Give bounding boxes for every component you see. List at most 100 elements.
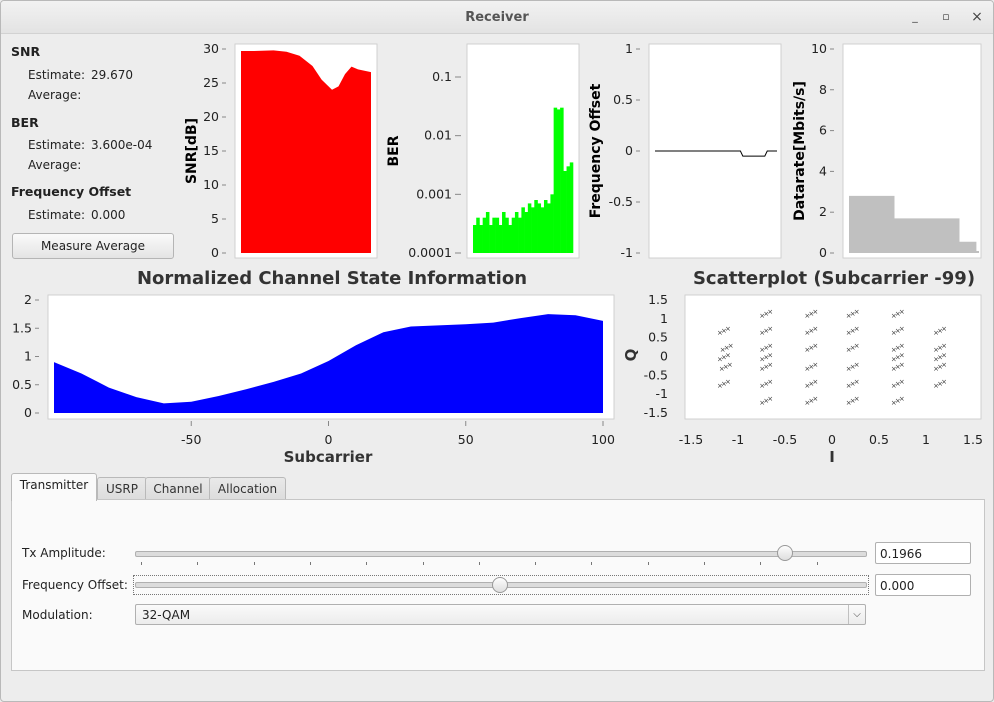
tx-amplitude-tick xyxy=(478,562,480,565)
ber-bar xyxy=(569,162,574,253)
scatter-point: × xyxy=(725,352,731,360)
tab-allocation[interactable]: Allocation xyxy=(209,477,286,500)
scatter-point: × xyxy=(767,342,773,350)
scatter-point: × xyxy=(899,308,905,316)
scatter-point: × xyxy=(891,365,897,373)
plots-area: 302520151050 SNR[dB] 0.10.010.0010.0001 … xyxy=(12,41,983,466)
scatter-point: × xyxy=(854,325,860,333)
scatter-x-tick-label: 1.5 xyxy=(963,432,983,447)
scatter-point: × xyxy=(812,395,818,403)
snr-tick-label: 0 xyxy=(211,245,219,260)
scatter-point: × xyxy=(812,342,818,350)
ber-bar xyxy=(547,203,551,253)
scatter-point: × xyxy=(854,395,860,403)
scatter-x-tick-label: -1 xyxy=(732,432,744,447)
scatter-point: × xyxy=(899,361,905,369)
scatter-point: × xyxy=(846,312,852,320)
snr-tick-label: 30 xyxy=(203,41,219,56)
fo-tick-label: 0 xyxy=(625,143,633,158)
scatter-point: × xyxy=(854,308,860,316)
scatter-point: × xyxy=(767,308,773,316)
scatter-point: × xyxy=(759,382,765,390)
tx-amplitude-tick xyxy=(253,562,255,565)
scatter-point: × xyxy=(812,308,818,316)
modulation-label: Modulation: xyxy=(22,608,93,622)
ber-tick-label: 0.001 xyxy=(416,186,452,201)
ber-bar xyxy=(514,211,519,253)
ber-tick-label: 0.0001 xyxy=(408,245,452,260)
tab-channel[interactable]: Channel xyxy=(145,477,211,500)
ber-bar xyxy=(553,107,558,253)
datarate-plot: 10 8 6 4 2 0 Datarate[Mbits/s] xyxy=(792,41,982,260)
csi-y-tick-label: 1.5 xyxy=(12,320,32,335)
tx-amplitude-tick xyxy=(704,562,705,565)
frequency-offset-handle[interactable] xyxy=(492,577,508,593)
tx-amplitude-tick xyxy=(535,562,537,565)
fo-tick-label: -0.5 xyxy=(609,194,633,209)
scatter-point: × xyxy=(941,378,947,386)
ber-bar xyxy=(521,207,525,253)
scatter-xlabel: I xyxy=(829,448,835,466)
frequency-offset-spinbox[interactable]: 0.000 xyxy=(875,574,971,596)
datarate-tick-label: 6 xyxy=(819,123,827,138)
scatter-title: Scatterplot (Subcarrier -99) xyxy=(693,268,975,289)
scatter-point: × xyxy=(846,382,852,390)
datarate-ylabel: Datarate[Mbits/s] xyxy=(792,81,808,221)
chevron-down-icon[interactable]: ⌵ xyxy=(848,605,865,624)
scatter-point: × xyxy=(899,342,905,350)
ber-bar xyxy=(485,211,490,253)
scatter-point: × xyxy=(846,346,852,354)
tab-usrp[interactable]: USRP xyxy=(97,477,147,500)
tx-amplitude-slider[interactable] xyxy=(135,551,867,557)
scatter-point: × xyxy=(759,399,765,407)
scatter-y-tick-label: -1.5 xyxy=(644,405,668,420)
scatter-point: × xyxy=(725,325,731,333)
scatter-y-tick-label: 1 xyxy=(660,311,668,326)
scatter-x-tick-label: -1.5 xyxy=(679,432,703,447)
scatter-y-tick-label: 1.5 xyxy=(648,292,668,307)
snr-tick-label: 5 xyxy=(211,211,219,226)
ber-bar xyxy=(492,217,496,253)
scatter-point: × xyxy=(804,399,810,407)
ber-bar xyxy=(560,107,564,253)
scatter-point: × xyxy=(899,378,905,386)
tx-amplitude-spinbox[interactable]: 0.1966 xyxy=(875,542,971,564)
scatter-x-tick-label: 1 xyxy=(922,432,930,447)
scatter-point: × xyxy=(854,378,860,386)
csi-y-tick-label: 1 xyxy=(24,349,32,364)
fo-tick-label: -1 xyxy=(621,245,633,260)
scatter-point: × xyxy=(941,342,947,350)
scatter-point: × xyxy=(846,365,852,373)
csi-x-tick-label: 100 xyxy=(591,432,615,447)
scatter-ylabel: Q xyxy=(622,349,640,362)
csi-plot: Normalized Channel State Information 2 1.… xyxy=(12,268,615,466)
frequency-offset-label: Frequency Offset: xyxy=(22,578,128,592)
ber-tick-label: 0.1 xyxy=(432,69,452,84)
scatter-point: × xyxy=(933,329,939,337)
scatter-point: × xyxy=(767,378,773,386)
scatter-point: × xyxy=(941,352,947,360)
ber-bar xyxy=(524,211,529,253)
scatter-point: × xyxy=(717,329,723,337)
fo-axis: 1 0.5 0 -0.5 -1 xyxy=(609,41,640,260)
tx-amplitude-handle[interactable] xyxy=(776,545,793,561)
ber-bar xyxy=(489,225,493,253)
datarate-axis: 10 8 6 4 2 0 xyxy=(811,41,834,260)
ber-bar xyxy=(479,225,483,253)
ber-bar xyxy=(498,225,503,253)
scatter-point: × xyxy=(846,329,852,337)
scatter-x-tick-label: -0.5 xyxy=(773,432,797,447)
fo-tick-label: 0.5 xyxy=(613,92,633,107)
scatter-point: × xyxy=(767,361,773,369)
scatter-point: × xyxy=(767,395,773,403)
scatter-point: × xyxy=(759,365,765,373)
ber-bar xyxy=(563,170,567,253)
datarate-tick-label: 2 xyxy=(819,204,827,219)
snr-ylabel: SNR[dB] xyxy=(184,118,200,184)
scatter-point: × xyxy=(719,365,725,373)
tx-amplitude-label: Tx Amplitude: xyxy=(22,546,106,560)
datarate-tick-label: 0 xyxy=(819,245,827,260)
scatter-y-tick-label: -1 xyxy=(656,386,668,401)
modulation-combobox[interactable]: 32-QAM ⌵ xyxy=(135,604,866,625)
tab-transmitter[interactable]: Transmitter xyxy=(11,473,97,501)
